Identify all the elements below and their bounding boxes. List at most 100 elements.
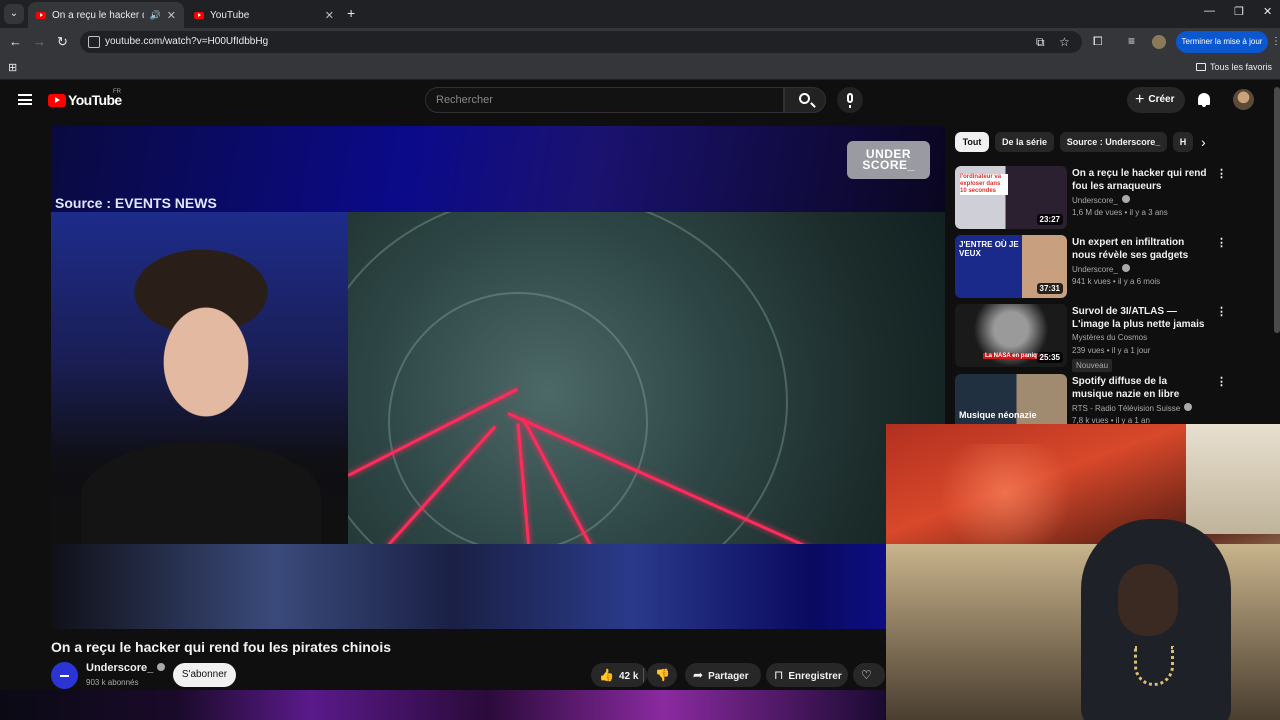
- browser-tab[interactable]: YouTube ✕: [186, 2, 342, 28]
- site-info-icon[interactable]: [88, 36, 100, 48]
- install-app-icon[interactable]: ⧉: [1036, 35, 1045, 50]
- notifications-bell-icon[interactable]: [1198, 93, 1210, 107]
- webcam-necklace: [1134, 646, 1174, 686]
- tab-title: YouTube: [210, 9, 250, 21]
- chip-all[interactable]: Tout: [955, 132, 989, 152]
- video-title-link[interactable]: Survol de 3I/ATLAS — L'image la plus net…: [1072, 305, 1208, 331]
- channel-name[interactable]: Underscore_: [1072, 265, 1118, 274]
- restore-icon[interactable]: ❐: [1234, 5, 1244, 18]
- tunnel-ring: [348, 212, 788, 544]
- recommendation-item[interactable]: La NASA en panique 25:35 Survol de 3I/AT…: [955, 304, 1265, 372]
- youtube-favicon-icon: [36, 11, 46, 19]
- profile-icon[interactable]: [1152, 35, 1166, 49]
- verified-icon: [157, 663, 166, 671]
- speaker-icon[interactable]: 🔊: [150, 10, 161, 21]
- like-count: 42 k: [618, 671, 639, 682]
- url-field[interactable]: youtube.com/watch?v=H00UfIdbbHg ⧉ ☆: [80, 31, 1082, 53]
- share-label: Partager: [708, 671, 749, 682]
- channel-name[interactable]: Mystères du Cosmos: [1072, 333, 1147, 342]
- save-button[interactable]: ⊓ Enregistrer: [766, 663, 848, 687]
- all-bookmarks-folder[interactable]: Tous les favoris: [1195, 62, 1272, 72]
- source-overlay: Source : EVENTS NEWS: [55, 195, 217, 211]
- chevron-right-icon[interactable]: ›: [1201, 134, 1206, 150]
- video-frame-presenter: [51, 212, 348, 552]
- close-window-icon[interactable]: ✕: [1263, 5, 1272, 18]
- update-browser-button[interactable]: Terminer la mise à jour: [1176, 31, 1268, 53]
- recommendation-item[interactable]: l'ordinateur va exploser dans 10 seconde…: [955, 166, 1265, 232]
- voice-search-button[interactable]: [837, 87, 863, 113]
- close-tab-icon[interactable]: ✕: [325, 9, 334, 22]
- dislike-button[interactable]: 👎: [647, 663, 677, 687]
- create-button[interactable]: + Créer: [1127, 87, 1185, 113]
- folder-icon: [1195, 63, 1206, 71]
- extensions-icon[interactable]: ⧠: [1093, 34, 1103, 49]
- create-label: Créer: [1148, 94, 1175, 105]
- tab-title: On a reçu le hacker qui rend fou les pir…: [52, 9, 144, 21]
- tab-search-button[interactable]: ⌄: [4, 4, 24, 24]
- video-thumbnail[interactable]: La NASA en panique 25:35: [955, 304, 1067, 367]
- bookmarks-bar: ⊞ Tous les favoris: [0, 56, 1280, 80]
- plus-icon: +: [1135, 91, 1145, 108]
- bookmarks-folder-label: Tous les favoris: [1209, 62, 1272, 72]
- channel-name[interactable]: Underscore_: [1072, 196, 1118, 205]
- video-duration: 23:27: [1036, 214, 1063, 225]
- channel-name[interactable]: RTS - Radio Télévision Suisse: [1072, 404, 1180, 413]
- browser-tab-active[interactable]: On a reçu le hacker qui rend fou les pir…: [28, 2, 184, 28]
- channel-name-row[interactable]: Underscore_: [1072, 195, 1130, 205]
- video-title-link[interactable]: Un expert en infiltration nous révèle se…: [1072, 236, 1208, 262]
- more-options-icon[interactable]: ⋮: [1216, 305, 1227, 318]
- search-input[interactable]: [436, 94, 766, 106]
- like-button[interactable]: 👍 42 k: [591, 663, 647, 687]
- youtube-logo[interactable]: YouTube FR: [48, 89, 122, 108]
- search-button[interactable]: [784, 87, 826, 113]
- youtube-play-icon: [48, 93, 66, 107]
- more-options-icon[interactable]: ⋮: [1216, 375, 1227, 388]
- webcam-light: [926, 444, 1086, 544]
- new-tab-button[interactable]: +: [347, 5, 355, 21]
- thumbnail-text: J'ENTRE OÙ JE VEUX: [959, 240, 1019, 258]
- recommendation-item[interactable]: J'ENTRE OÙ JE VEUX 37:31 Un expert en in…: [955, 235, 1265, 301]
- chip-truncated[interactable]: H: [1173, 132, 1193, 152]
- thanks-button[interactable]: ♡: [853, 663, 885, 687]
- forward-icon[interactable]: →: [33, 34, 46, 49]
- video-title: On a reçu le hacker qui rend fou les pir…: [51, 639, 391, 655]
- share-button[interactable]: ➦ Partager: [685, 663, 761, 687]
- menu-icon[interactable]: [18, 94, 32, 105]
- subscribe-button[interactable]: S'abonner: [173, 663, 236, 687]
- url-text[interactable]: youtube.com/watch?v=H00UfIdbbHg: [105, 36, 268, 47]
- user-avatar[interactable]: [1233, 89, 1254, 110]
- close-tab-icon[interactable]: ✕: [167, 9, 176, 22]
- video-thumbnail[interactable]: l'ordinateur va exploser dans 10 seconde…: [955, 166, 1067, 229]
- browser-menu-icon[interactable]: ⋮: [1271, 36, 1280, 47]
- more-options-icon[interactable]: ⋮: [1216, 236, 1227, 249]
- minimize-icon[interactable]: —: [1204, 5, 1215, 17]
- channel-name[interactable]: Underscore_: [86, 662, 153, 674]
- thumbs-up-icon: 👍: [599, 668, 614, 682]
- microphone-icon: [847, 93, 853, 108]
- address-bar: ← → ↻ youtube.com/watch?v=H00UfIdbbHg ⧉ …: [0, 28, 1280, 56]
- channel-name-row[interactable]: RTS - Radio Télévision Suisse: [1072, 403, 1193, 413]
- video-title-link[interactable]: Spotify diffuse de la musique nazie en l…: [1072, 375, 1208, 401]
- video-meta: 1,6 M de vues • il y a 3 ans: [1072, 208, 1168, 217]
- new-badge: Nouveau: [1072, 359, 1113, 372]
- bookmark-star-icon[interactable]: ☆: [1059, 35, 1070, 49]
- back-icon[interactable]: ←: [9, 34, 22, 49]
- channel-avatar[interactable]: [51, 662, 78, 689]
- channel-name-row[interactable]: Underscore_: [1072, 264, 1130, 274]
- reading-list-icon[interactable]: ≡: [1128, 34, 1135, 48]
- channel-name-row[interactable]: Underscore_: [86, 662, 166, 674]
- more-options-icon[interactable]: ⋮: [1216, 167, 1227, 180]
- video-meta: 941 k vues • il y a 6 mois: [1072, 277, 1161, 286]
- page-scrollbar[interactable]: [1274, 87, 1280, 333]
- video-player[interactable]: Source : EVENTS NEWS UNDER SCORE_: [51, 126, 945, 629]
- reload-icon[interactable]: ↻: [57, 34, 68, 50]
- apps-grid-icon[interactable]: ⊞: [8, 61, 17, 74]
- video-thumbnail[interactable]: J'ENTRE OÙ JE VEUX 37:31: [955, 235, 1067, 298]
- video-frame-tunnel: [348, 212, 945, 544]
- youtube-favicon-icon: [194, 11, 204, 19]
- chip-series[interactable]: De la série: [995, 132, 1054, 152]
- channel-watermark: UNDER SCORE_: [847, 141, 930, 179]
- chip-source[interactable]: Source : Underscore_: [1060, 132, 1167, 152]
- like-divider: [643, 668, 644, 682]
- video-title-link[interactable]: On a reçu le hacker qui rend fou les arn…: [1072, 167, 1208, 193]
